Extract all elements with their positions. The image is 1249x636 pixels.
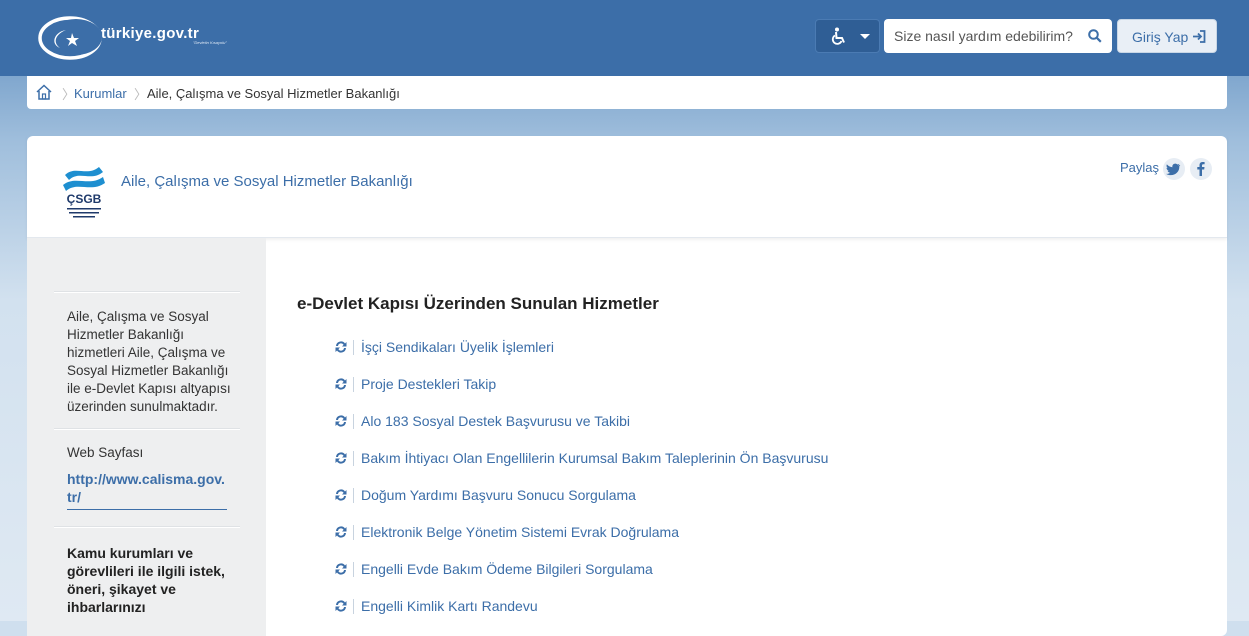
accessibility-menu-button[interactable] <box>815 19 880 53</box>
sign-in-icon <box>1193 30 1206 43</box>
csgb-logo-text: ÇSGB <box>67 192 102 206</box>
twitter-icon <box>1166 163 1181 176</box>
separator <box>353 488 354 503</box>
refresh-icon <box>335 378 347 390</box>
service-label: Bakım İhtiyacı Olan Engellilerin Kurumsa… <box>361 450 829 466</box>
home-icon[interactable] <box>35 83 53 101</box>
separator <box>353 340 354 355</box>
separator <box>353 525 354 540</box>
csgb-logo-icon: ÇSGB <box>63 167 105 218</box>
website-link[interactable]: http://www.calisma.gov.tr/ <box>67 470 227 510</box>
separator <box>353 599 354 614</box>
twitter-share-button[interactable] <box>1163 158 1185 180</box>
service-label: Engelli Kimlik Kartı Randevu <box>361 598 538 614</box>
institution-name: Aile, Çalışma ve Sosyal Hizmetler Bakanl… <box>121 173 413 190</box>
separator <box>353 377 354 392</box>
logo-text: türkiye.gov.tr <box>101 25 200 42</box>
logo-tagline: "Devletin Kısayolu" <box>193 40 227 45</box>
separator <box>353 414 354 429</box>
service-label: Elektronik Belge Yönetim Sistemi Evrak D… <box>361 524 679 540</box>
complaint-text: Kamu kurumları ve görevlileri ile ilgili… <box>67 545 225 615</box>
turkiye-gov-logo[interactable]: türkiye.gov.tr "Devletin Kısayolu" <box>38 12 248 62</box>
service-label: Engelli Evde Bakım Ödeme Bilgileri Sorgu… <box>361 561 653 577</box>
service-label: İşçi Sendikaları Üyelik İşlemleri <box>361 339 554 355</box>
institution-header: ÇSGB Aile, Çalışma ve Sosyal Hizmetler B… <box>27 136 1227 238</box>
search-input[interactable] <box>884 19 1080 53</box>
login-label: Giriş Yap <box>1132 29 1189 45</box>
search-icon[interactable] <box>1088 29 1102 43</box>
crescent-star-logo-icon <box>38 16 102 60</box>
refresh-icon <box>335 489 347 501</box>
refresh-icon <box>335 452 347 464</box>
chevron-down-icon <box>860 34 870 39</box>
site-header: türkiye.gov.tr "Devletin Kısayolu" Giriş… <box>0 0 1249 76</box>
refresh-icon <box>335 600 347 612</box>
refresh-icon <box>335 563 347 575</box>
login-button[interactable]: Giriş Yap <box>1117 19 1217 53</box>
breadcrumb-item-kurumlar[interactable]: Kurumlar <box>74 86 127 101</box>
services-title: e-Devlet Kapısı Üzerinden Sunulan Hizmet… <box>297 294 659 313</box>
divider <box>54 291 240 293</box>
breadcrumb: 〉 Kurumlar 〉 Aile, Çalışma ve Sosyal Hiz… <box>27 76 1227 109</box>
breadcrumb-separator: 〉 <box>134 87 148 102</box>
service-label: Proje Destekleri Takip <box>361 376 497 392</box>
facebook-icon <box>1197 162 1205 176</box>
institution-description: Aile, Çalışma ve Sosyal Hizmetler Bakanl… <box>67 309 231 414</box>
wheelchair-icon <box>831 27 845 45</box>
institution-card: ÇSGB Aile, Çalışma ve Sosyal Hizmetler B… <box>27 136 1227 636</box>
separator <box>353 451 354 466</box>
separator <box>353 562 354 577</box>
csgb-logo: ÇSGB <box>57 161 111 223</box>
divider <box>54 526 240 528</box>
share-label: Paylaş <box>1120 160 1160 175</box>
web-page-label: Web Sayfası <box>67 445 144 460</box>
service-label: Alo 183 Sosyal Destek Başvurusu ve Takib… <box>361 413 630 429</box>
search-box <box>884 19 1112 53</box>
breadcrumb-item-current: Aile, Çalışma ve Sosyal Hizmetler Bakanl… <box>147 86 400 101</box>
divider <box>54 428 240 430</box>
refresh-icon <box>335 526 347 538</box>
facebook-share-button[interactable] <box>1190 158 1212 180</box>
refresh-icon <box>335 415 347 427</box>
refresh-icon <box>335 341 347 353</box>
service-label: Doğum Yardımı Başvuru Sonucu Sorgulama <box>361 487 636 503</box>
institution-sidebar: Aile, Çalışma ve Sosyal Hizmetler Bakanl… <box>27 238 266 636</box>
